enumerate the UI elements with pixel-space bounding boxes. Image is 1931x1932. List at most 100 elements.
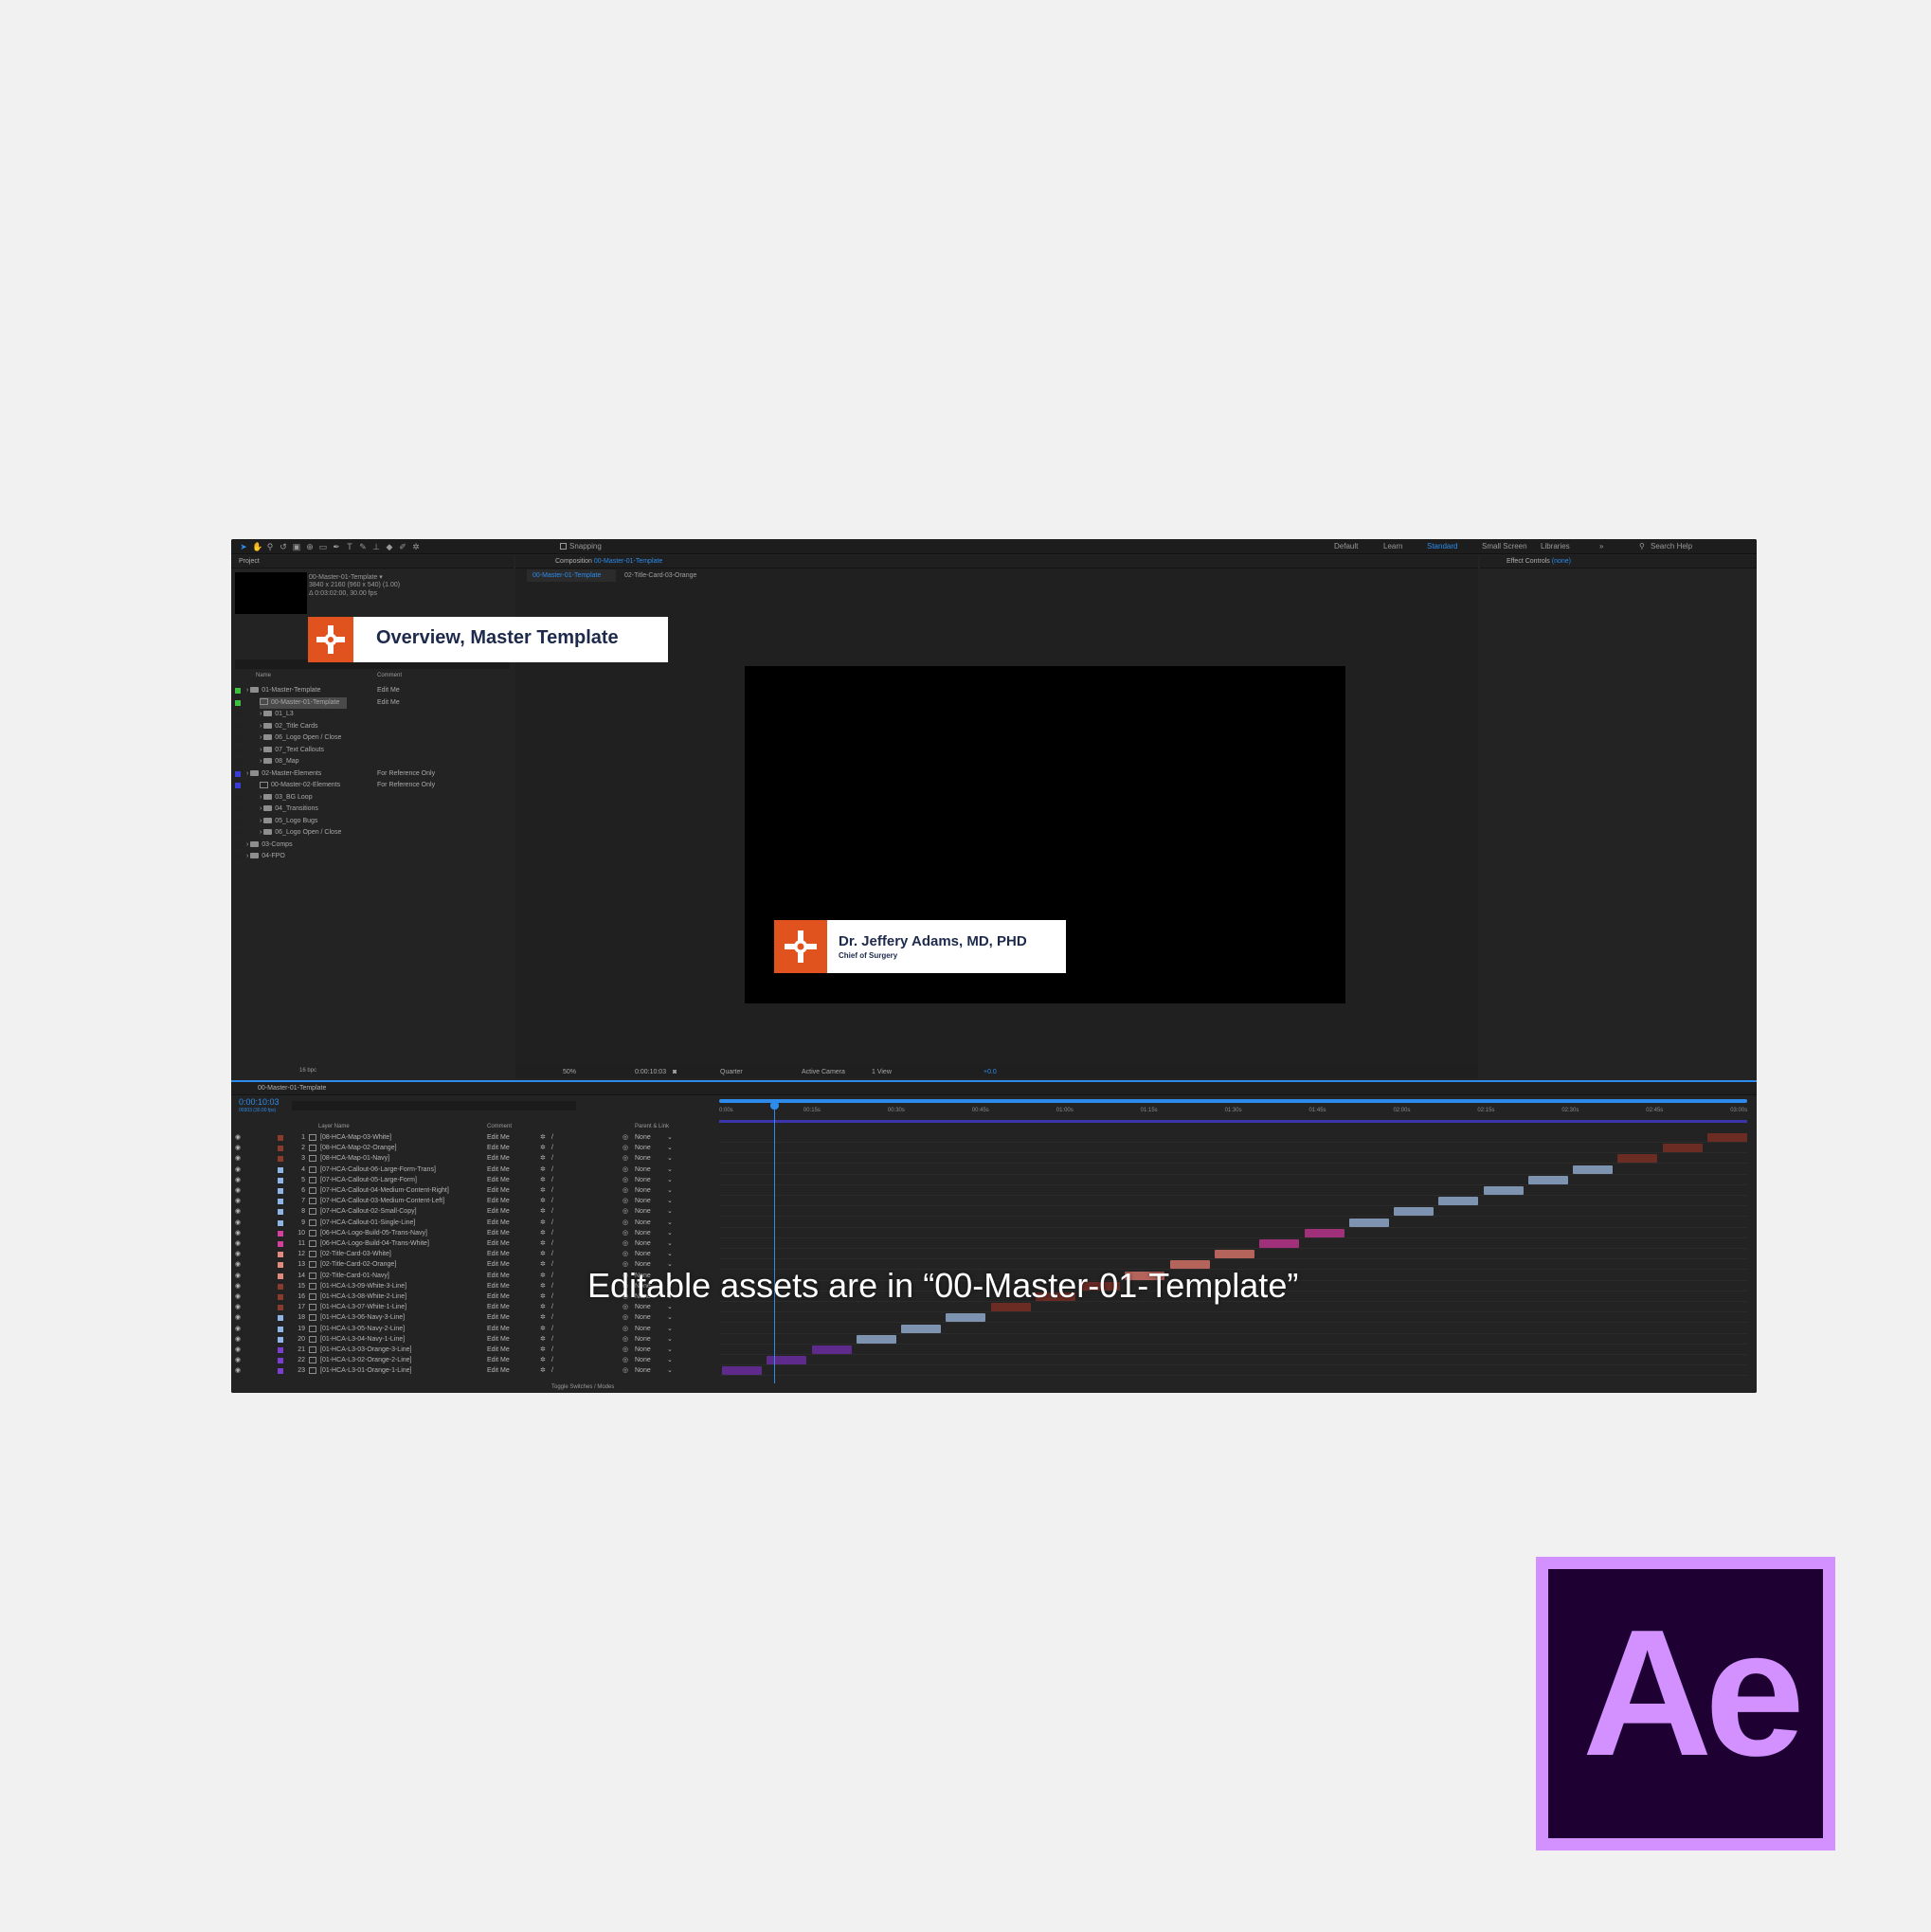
visibility-eye-icon[interactable]: ◉ [235,1196,241,1206]
timeline-search-input[interactable] [292,1101,576,1110]
parent-select[interactable]: None [635,1355,651,1365]
parent-select[interactable]: None [635,1218,651,1228]
timeline-timecode[interactable]: 0:00:10:03 [239,1097,280,1107]
layer-name[interactable]: [07-HCA-Callout-02-Small-Copy] [320,1206,417,1217]
visibility-eye-icon[interactable]: ◉ [235,1271,241,1281]
parent-select[interactable]: None [635,1228,651,1238]
label-color-swatch[interactable] [235,688,241,694]
layer-comment[interactable]: Edit Me [487,1143,510,1153]
layer-name[interactable]: [07-HCA-Callout-04-Medium-Content-Right] [320,1185,449,1196]
visibility-eye-icon[interactable]: ◉ [235,1206,241,1217]
layer-duration-bar[interactable] [1394,1207,1435,1217]
layer-comment[interactable]: Edit Me [487,1206,510,1217]
collapse-switch-icon[interactable]: ✲ [540,1302,546,1312]
layer-label-color[interactable] [278,1166,283,1173]
chevron-down-icon[interactable]: ⌄ [667,1153,673,1164]
chevron-down-icon[interactable]: ⌄ [667,1165,673,1175]
resolution-select[interactable]: Quarter [720,1066,743,1078]
chevron-down-icon[interactable]: ⌄ [667,1143,673,1153]
playhead[interactable] [774,1105,775,1383]
collapse-switch-icon[interactable]: ✲ [540,1355,546,1365]
project-item[interactable]: › 01-Master-Template [246,685,321,696]
zoom-tool-icon[interactable]: ⚲ [265,542,275,551]
visibility-eye-icon[interactable]: ◉ [235,1185,241,1196]
collapse-switch-icon[interactable]: ✲ [540,1185,546,1196]
quality-switch-icon[interactable]: / [551,1271,553,1281]
layer-name[interactable]: [01-HCA-L3-04-Navy-1-Line] [320,1334,405,1345]
column-name[interactable]: Name [256,673,271,678]
pickwhip-icon[interactable]: ◎ [623,1175,628,1185]
layer-comment[interactable]: Edit Me [487,1355,510,1365]
layer-row[interactable]: ◉ 23 [01-HCA-L3-01-Orange-1-Line] Edit Me ✲ /… [231,1365,714,1376]
layer-comment[interactable]: Edit Me [487,1249,510,1259]
pickwhip-icon[interactable]: ◎ [623,1218,628,1228]
project-item[interactable]: › 08_Map [260,756,299,767]
camera-select[interactable]: Active Camera [802,1066,845,1078]
layer-label-color[interactable] [278,1336,283,1343]
layer-label-color[interactable] [278,1209,283,1216]
layer-row[interactable]: ◉ 1 [08-HCA-Map-03-White] Edit Me ✲ / ◎ None ⌄ [231,1132,714,1143]
layer-name[interactable]: [07-HCA-Callout-06-Large-Form-Trans] [320,1165,436,1175]
project-item[interactable]: › 06_Logo Open / Close [260,827,341,839]
parent-select[interactable]: None [635,1196,651,1206]
layer-comment[interactable]: Edit Me [487,1365,510,1376]
layer-label-color[interactable] [278,1368,283,1375]
visibility-eye-icon[interactable]: ◉ [235,1165,241,1175]
project-item-comment[interactable]: For Reference Only [377,780,435,791]
quality-switch-icon[interactable]: / [551,1365,553,1376]
toggle-switches-modes[interactable]: Toggle Switches / Modes [551,1384,614,1390]
column-layer-comment[interactable]: Comment [487,1124,512,1129]
parent-select[interactable]: None [635,1185,651,1196]
layer-name[interactable]: [02-Title-Card-02-Orange] [320,1259,396,1270]
label-color-swatch[interactable] [235,818,241,824]
parent-select[interactable]: None [635,1312,651,1323]
quality-switch-icon[interactable]: / [551,1302,553,1312]
project-item[interactable]: 00-Master-01-Template [260,696,348,709]
visibility-eye-icon[interactable]: ◉ [235,1259,241,1270]
quality-switch-icon[interactable]: / [551,1281,553,1291]
layer-comment[interactable]: Edit Me [487,1291,510,1302]
quality-switch-icon[interactable]: / [551,1228,553,1238]
label-color-swatch[interactable] [235,830,241,836]
chevron-down-icon[interactable]: ⌄ [667,1206,673,1217]
layer-duration-bar[interactable] [1617,1154,1658,1164]
layer-comment[interactable]: Edit Me [487,1165,510,1175]
label-color-swatch[interactable] [235,712,241,717]
layer-name[interactable]: [01-HCA-L3-07-White-1-Line] [320,1302,406,1312]
layer-comment[interactable]: Edit Me [487,1153,510,1164]
layer-row[interactable]: ◉ 3 [08-HCA-Map-01-Navy] Edit Me ✲ / ◎ None ⌄ [231,1153,714,1164]
layer-name[interactable]: [01-HCA-L3-02-Orange-2-Line] [320,1355,412,1365]
eraser-tool-icon[interactable]: ◆ [385,542,394,551]
quality-switch-icon[interactable]: / [551,1291,553,1302]
layer-name[interactable]: [06-HCA-Logo-Build-04-Trans-White] [320,1238,429,1249]
layer-name[interactable]: [01-HCA-L3-06-Navy-3-Line] [320,1312,405,1323]
quality-switch-icon[interactable]: / [551,1355,553,1365]
chevron-down-icon[interactable]: ⌄ [667,1324,673,1334]
quality-switch-icon[interactable]: / [551,1143,553,1153]
snapping-checkbox[interactable] [560,543,567,550]
layer-label-color[interactable] [278,1188,283,1194]
project-item-comment[interactable]: Edit Me [377,685,400,696]
collapse-switch-icon[interactable]: ✲ [540,1132,546,1143]
layer-label-color[interactable] [278,1262,283,1269]
layer-name[interactable]: [01-HCA-L3-08-White-2-Line] [320,1291,406,1302]
puppet-tool-icon[interactable]: ✲ [411,542,421,551]
layer-comment[interactable]: Edit Me [487,1324,510,1334]
workspace-default[interactable]: Default [1334,542,1358,551]
brush-tool-icon[interactable]: ✎ [358,542,368,551]
visibility-eye-icon[interactable]: ◉ [235,1175,241,1185]
tab-other-comp[interactable]: 02-Title-Card-03-Orange [624,569,696,582]
snapshot-icon[interactable]: ◙ [673,1066,677,1078]
collapse-switch-icon[interactable]: ✲ [540,1334,546,1345]
type-tool-icon[interactable]: T [345,542,354,551]
layer-label-color[interactable] [278,1177,283,1183]
layer-name[interactable]: [08-HCA-Map-01-Navy] [320,1153,389,1164]
chevron-down-icon[interactable]: ⌄ [667,1132,673,1143]
layer-comment[interactable]: Edit Me [487,1132,510,1143]
quality-switch-icon[interactable]: / [551,1196,553,1206]
layer-duration-bar[interactable] [1707,1133,1747,1142]
layer-duration-bar[interactable] [1259,1239,1300,1248]
label-color-swatch[interactable] [235,854,241,859]
collapse-switch-icon[interactable]: ✲ [540,1175,546,1185]
project-item[interactable]: › 02-Master-Elements [246,768,321,780]
